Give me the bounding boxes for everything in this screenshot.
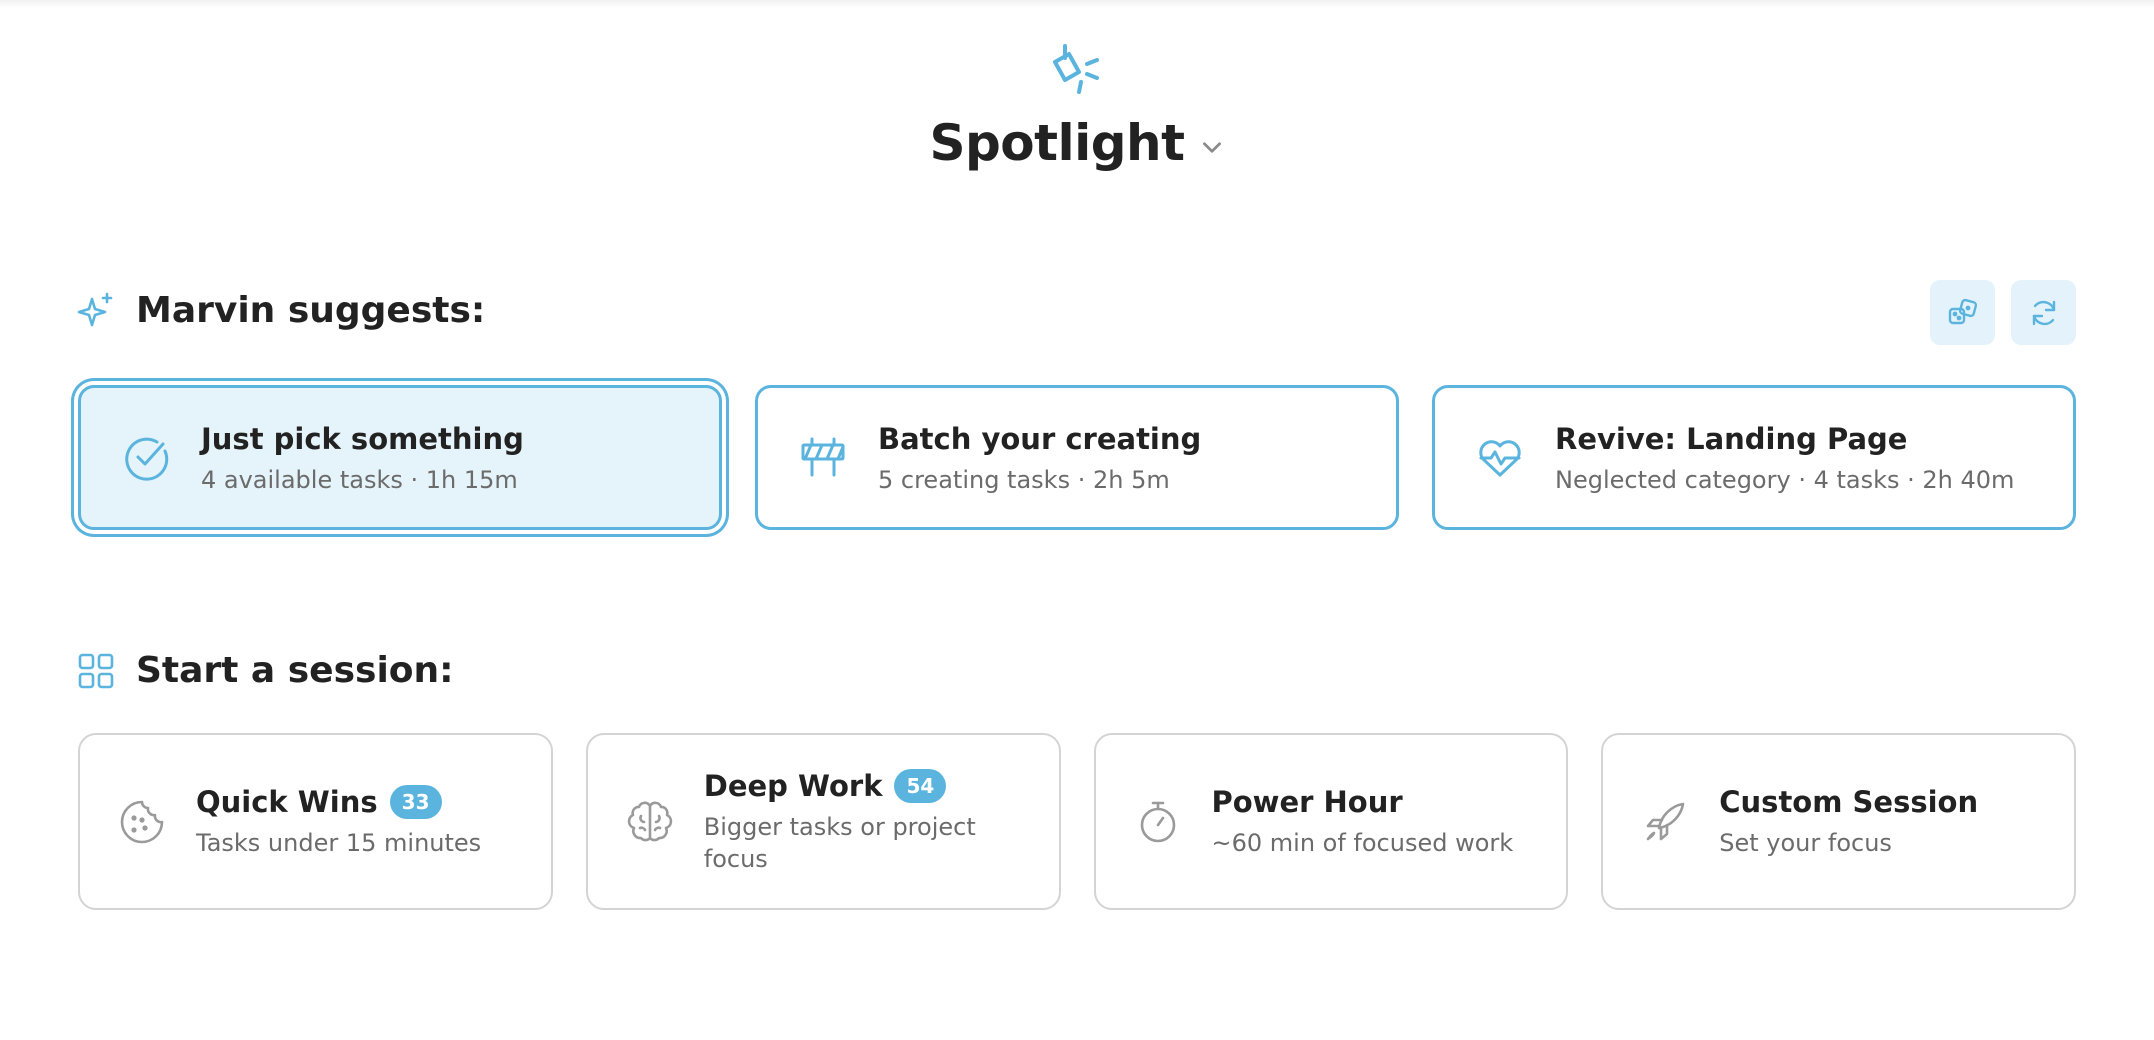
suggestion-card-revive-landing-page[interactable]: Revive: Landing Page Neglected category … [1432, 385, 2076, 530]
session-subtitle: ~60 min of focused work [1211, 828, 1514, 857]
suggestion-card-batch-creating[interactable]: Batch your creating 5 creating tasks · 2… [755, 385, 1399, 530]
brain-icon [627, 801, 672, 841]
suggestion-cards: Just pick something 4 available tasks · … [78, 385, 2076, 530]
heart-pulse-icon [1479, 439, 1521, 476]
rocket-icon [1646, 802, 1685, 840]
suggestion-card-just-pick[interactable]: Just pick something 4 available tasks · … [78, 385, 722, 530]
suggestion-subtitle: 4 available tasks · 1h 15m [201, 465, 518, 494]
chevron-down-icon [1202, 142, 1221, 153]
stopwatch-icon [1140, 801, 1175, 842]
session-title: Quick Wins [196, 784, 378, 819]
suggestion-title: Just pick something [201, 421, 524, 456]
count-badge: 33 [389, 784, 442, 819]
barrier-icon [801, 437, 845, 476]
session-title-line: Deep Work 54 [703, 768, 1014, 803]
card-text: Quick Wins 33 Tasks under 15 minutes [196, 784, 482, 859]
suggestions-header: Marvin suggests: [76, 290, 485, 331]
session-card-custom-session[interactable]: Custom Session Set your focus [1601, 733, 2076, 910]
count-badge: 54 [894, 768, 947, 803]
cookie-icon [120, 800, 164, 843]
sessions-header: Start a session: [76, 650, 454, 691]
session-title-line: Quick Wins 33 [196, 784, 481, 819]
session-title: Deep Work [703, 768, 883, 803]
card-text: Power Hour ~60 min of focused work [1212, 785, 1514, 859]
session-subtitle: Tasks under 15 minutes [196, 828, 482, 857]
session-card-deep-work[interactable]: Deep Work 54 Bigger tasks or project foc… [585, 733, 1061, 910]
spotlight-icon [1053, 44, 1099, 94]
top-shadow [0, 0, 2154, 8]
grid-icon [78, 653, 114, 688]
card-text: Deep Work 54 Bigger tasks or project foc… [703, 768, 1014, 875]
suggestions-heading: Marvin suggests: [136, 290, 486, 331]
shuffle-button[interactable] [1930, 280, 1995, 345]
card-text: Revive: Landing Page Neglected category … [1555, 422, 2014, 494]
suggestion-subtitle: Neglected category · 4 tasks · 2h 40m [1555, 465, 2015, 494]
page-header: Spotlight [0, 40, 2154, 172]
session-card-quick-wins[interactable]: Quick Wins 33 Tasks under 15 minutes [78, 733, 553, 910]
session-card-power-hour[interactable]: Power Hour ~60 min of focused work [1093, 733, 1569, 910]
dice-icon [1948, 298, 1977, 324]
check-circle-icon [125, 437, 169, 481]
session-subtitle: Set your focus [1719, 828, 1892, 857]
session-subtitle: Bigger tasks or project focus [703, 812, 976, 873]
refresh-button[interactable] [2011, 280, 2076, 345]
sparkles-icon [77, 292, 113, 326]
refresh-icon [2032, 300, 2055, 325]
suggestion-title: Batch your creating [878, 421, 1202, 456]
session-title: Power Hour [1211, 784, 1403, 819]
card-text: Custom Session Set your focus [1719, 785, 1978, 859]
suggestion-tools [1930, 280, 2076, 345]
sessions-heading: Start a session: [136, 650, 454, 691]
card-text: Just pick something 4 available tasks · … [201, 422, 524, 494]
session-cards: Quick Wins 33 Tasks under 15 minutes Dee… [78, 733, 2076, 910]
spotlight-dropdown[interactable]: Spotlight [929, 114, 1224, 172]
card-text: Batch your creating 5 creating tasks · 2… [878, 422, 1201, 494]
suggestion-subtitle: 5 creating tasks · 2h 5m [878, 465, 1170, 494]
page-title: Spotlight [929, 114, 1185, 172]
suggestion-title: Revive: Landing Page [1555, 421, 1908, 456]
session-title: Custom Session [1719, 784, 1979, 819]
